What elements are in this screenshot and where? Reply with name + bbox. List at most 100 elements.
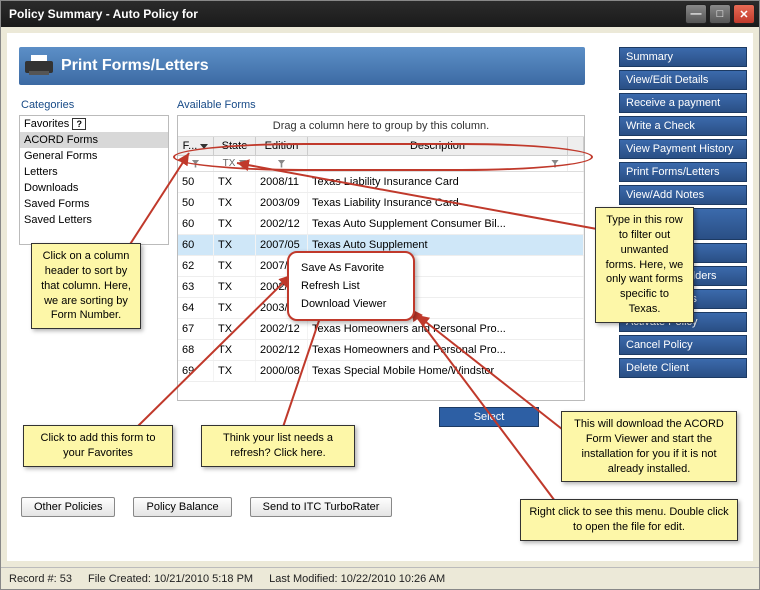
- cell-state: TX: [214, 214, 256, 234]
- table-row[interactable]: 68TX2002/12Texas Homeowners and Personal…: [178, 340, 584, 361]
- grid-scrollbar-header: [568, 137, 584, 155]
- category-item[interactable]: Letters: [20, 164, 168, 180]
- content-area: Print Forms/Letters Categories Available…: [7, 33, 753, 561]
- categories-list: Favorites?ACORD FormsGeneral FormsLetter…: [19, 115, 169, 245]
- column-header-form[interactable]: F...: [178, 137, 214, 155]
- table-row[interactable]: 67TX2002/12Texas Homeowners and Personal…: [178, 319, 584, 340]
- table-row[interactable]: 50TX2003/09Texas Liability Insurance Car…: [178, 193, 584, 214]
- table-row[interactable]: 69TX2000/08Texas Special Mobile Home/Win…: [178, 361, 584, 382]
- bottom-button-row: Other Policies Policy Balance Send to IT…: [21, 497, 392, 517]
- select-button[interactable]: Select: [439, 407, 539, 427]
- header-band: Print Forms/Letters: [19, 47, 585, 85]
- sort-desc-icon: [200, 144, 208, 149]
- cell-state: TX: [214, 193, 256, 213]
- funnel-icon: [192, 160, 200, 168]
- nav-print-forms-letters[interactable]: Print Forms/Letters: [619, 162, 747, 182]
- tip-refresh: Think your list needs a refresh? Click h…: [201, 425, 355, 467]
- status-created: File Created: 10/21/2010 5:18 PM: [88, 573, 253, 585]
- nav-delete-client[interactable]: Delete Client: [619, 358, 747, 378]
- nav-summary[interactable]: Summary: [619, 47, 747, 67]
- filter-scroll-gap: [568, 156, 584, 171]
- cell-f: 50: [178, 193, 214, 213]
- nav-receive-a-payment[interactable]: Receive a payment: [619, 93, 747, 113]
- cell-description: Texas Homeowners and Personal Pro...: [308, 319, 584, 339]
- grid-header-row: F... State Edition Description: [178, 137, 584, 156]
- cell-description: Texas Liability Insurance Card: [308, 193, 584, 213]
- maximize-button[interactable]: □: [709, 4, 731, 24]
- funnel-icon: [278, 160, 286, 168]
- cell-description: Texas Liability Insurance Card: [308, 172, 584, 192]
- cell-edition: 2002/12: [256, 340, 308, 360]
- cell-edition: 2008/11: [256, 172, 308, 192]
- tip-filter: Type in this row to filter out unwanted …: [595, 207, 694, 323]
- cell-f: 62: [178, 256, 214, 276]
- grid-filter-row[interactable]: TX: [178, 156, 584, 172]
- cell-description: Texas Auto Supplement Consumer Bil...: [308, 214, 584, 234]
- send-to-turborater-button[interactable]: Send to ITC TurboRater: [250, 497, 393, 517]
- cell-f: 60: [178, 235, 214, 255]
- context-menu: Save As Favorite Refresh List Download V…: [287, 251, 415, 321]
- cell-state: TX: [214, 277, 256, 297]
- status-modified: Last Modified: 10/22/2010 10:26 AM: [269, 573, 445, 585]
- category-item[interactable]: Downloads: [20, 180, 168, 196]
- available-forms-label: Available Forms: [177, 99, 256, 111]
- filter-description[interactable]: [308, 156, 568, 171]
- cell-edition: 2003/09: [256, 193, 308, 213]
- minimize-button[interactable]: —: [685, 4, 707, 24]
- cell-edition: 2000/08: [256, 361, 308, 381]
- nav-view-add-notes[interactable]: View/Add Notes: [619, 185, 747, 205]
- help-icon[interactable]: ?: [72, 118, 86, 130]
- policy-balance-button[interactable]: Policy Balance: [133, 497, 231, 517]
- filter-state[interactable]: TX: [214, 156, 256, 171]
- category-item[interactable]: Saved Letters: [20, 212, 168, 228]
- cell-f: 69: [178, 361, 214, 381]
- cell-f: 64: [178, 298, 214, 318]
- group-by-row[interactable]: Drag a column here to group by this colu…: [178, 116, 584, 137]
- window-title: Policy Summary - Auto Policy for: [9, 7, 683, 21]
- context-save-favorite[interactable]: Save As Favorite: [291, 259, 411, 277]
- cell-f: 60: [178, 214, 214, 234]
- cell-state: TX: [214, 172, 256, 192]
- cell-state: TX: [214, 298, 256, 318]
- cell-state: TX: [214, 361, 256, 381]
- cell-state: TX: [214, 319, 256, 339]
- table-row[interactable]: 60TX2002/12Texas Auto Supplement Consume…: [178, 214, 584, 235]
- cell-f: 63: [178, 277, 214, 297]
- column-header-state[interactable]: State: [214, 137, 256, 155]
- column-header-description[interactable]: Description: [308, 137, 568, 155]
- funnel-icon: [238, 160, 246, 168]
- column-header-form-label: F...: [183, 140, 198, 152]
- cell-description: Texas Homeowners and Personal Pro...: [308, 340, 584, 360]
- category-item[interactable]: Favorites?: [20, 116, 168, 132]
- table-row[interactable]: 50TX2008/11Texas Liability Insurance Car…: [178, 172, 584, 193]
- tip-download: This will download the ACORD Form Viewer…: [561, 411, 737, 482]
- context-refresh-list[interactable]: Refresh List: [291, 277, 411, 295]
- statusbar: Record #: 53 File Created: 10/21/2010 5:…: [1, 567, 759, 589]
- close-button[interactable]: ✕: [733, 4, 755, 24]
- nav-view-edit-details[interactable]: View/Edit Details: [619, 70, 747, 90]
- cell-f: 68: [178, 340, 214, 360]
- titlebar: Policy Summary - Auto Policy for — □ ✕: [1, 1, 759, 27]
- category-item[interactable]: General Forms: [20, 148, 168, 164]
- column-header-edition[interactable]: Edition: [256, 137, 308, 155]
- context-download-viewer[interactable]: Download Viewer: [291, 295, 411, 313]
- categories-label: Categories: [21, 99, 74, 111]
- cell-description: Texas Special Mobile Home/Windstor: [308, 361, 584, 381]
- cell-state: TX: [214, 256, 256, 276]
- filter-state-value: TX: [223, 158, 236, 169]
- nav-cancel-policy[interactable]: Cancel Policy: [619, 335, 747, 355]
- nav-view-payment-history[interactable]: View Payment History: [619, 139, 747, 159]
- category-item[interactable]: ACORD Forms: [20, 132, 168, 148]
- other-policies-button[interactable]: Other Policies: [21, 497, 115, 517]
- filter-edition[interactable]: [256, 156, 308, 171]
- funnel-icon: [551, 160, 559, 168]
- tip-sort: Click on a column header to sort by that…: [31, 243, 141, 329]
- filter-form[interactable]: [178, 156, 214, 171]
- cell-f: 50: [178, 172, 214, 192]
- printer-icon: [25, 55, 53, 77]
- cell-state: TX: [214, 235, 256, 255]
- cell-state: TX: [214, 340, 256, 360]
- category-item[interactable]: Saved Forms: [20, 196, 168, 212]
- nav-write-a-check[interactable]: Write a Check: [619, 116, 747, 136]
- tip-favorites: Click to add this form to your Favorites: [23, 425, 173, 467]
